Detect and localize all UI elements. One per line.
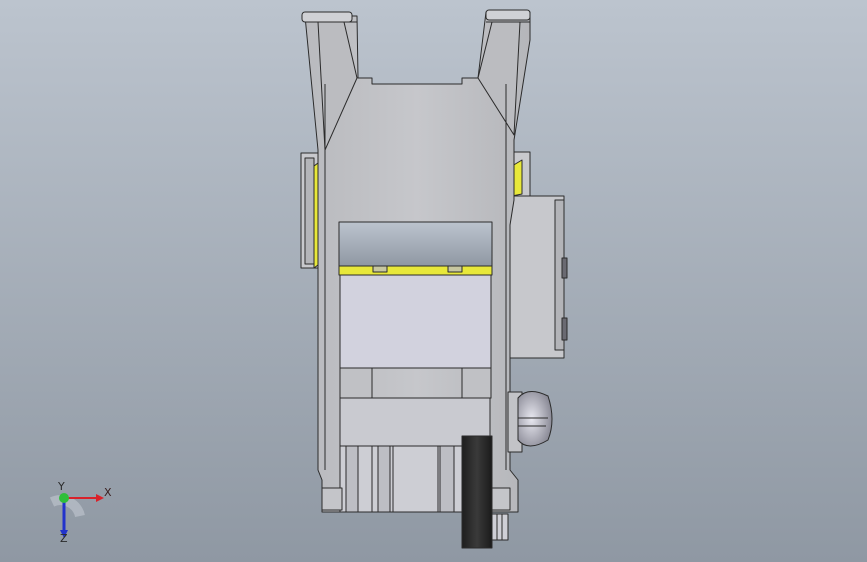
y-axis-dot bbox=[59, 493, 69, 503]
right-foot bbox=[491, 487, 511, 511]
left-foot bbox=[321, 487, 343, 511]
axis-triad: X Y Z bbox=[40, 478, 130, 548]
x-axis-arrow bbox=[96, 494, 104, 502]
y-axis-label: Y bbox=[58, 480, 65, 493]
frame-window bbox=[338, 221, 493, 267]
dark-flywheel bbox=[461, 435, 493, 549]
cad-viewport[interactable]: X Y Z bbox=[0, 0, 867, 562]
x-axis-label: X bbox=[104, 486, 112, 499]
triad-graphic bbox=[49, 493, 104, 538]
yellow-bolster bbox=[338, 265, 493, 276]
model-view[interactable] bbox=[0, 0, 867, 562]
z-axis-label: Z bbox=[60, 532, 68, 545]
